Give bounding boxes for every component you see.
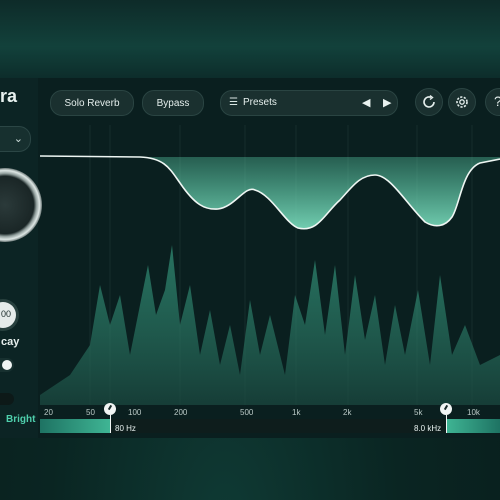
spectrum-analyzer <box>40 245 500 405</box>
low-cut-handle[interactable] <box>104 403 116 415</box>
question-icon: ? <box>494 93 500 109</box>
low-cut-marker <box>110 415 111 433</box>
freq-tick: 50 <box>86 408 95 417</box>
presets-bar[interactable]: ☰ Presets ◀ ▶ <box>220 90 398 116</box>
handle-notch <box>443 404 449 411</box>
decay-knob-value: 00 <box>1 309 12 319</box>
mode-dropdown[interactable]: ⌄ <box>0 126 31 152</box>
next-arrow-icon[interactable]: ▶ <box>383 96 391 109</box>
eq-spectrum-graph[interactable] <box>40 125 500 405</box>
decay-label: cay <box>1 336 20 348</box>
solo-reverb-button[interactable]: Solo Reverb <box>50 90 134 116</box>
low-cut-value: 80 Hz <box>115 424 136 433</box>
freq-tick: 5k <box>414 408 423 417</box>
toggle-switch-on[interactable] <box>0 358 14 372</box>
plugin-window: ra ⌄ 00 cay Bright Solo Reverb Bypass ☰ … <box>0 0 500 500</box>
freq-tick: 100 <box>128 408 142 417</box>
high-cut-marker <box>446 415 447 433</box>
eq-curve-area <box>140 157 500 229</box>
handle-notch <box>107 404 113 411</box>
presets-label: Presets <box>243 97 277 108</box>
chevron-down-icon: ⌄ <box>13 133 23 145</box>
freq-tick: 200 <box>174 408 188 417</box>
toggle-thumb <box>2 360 12 370</box>
header-texture <box>0 0 500 78</box>
logo-text: ra <box>0 86 18 106</box>
toggle-switch-off[interactable] <box>0 393 14 405</box>
refresh-icon <box>423 94 435 108</box>
gear-icon <box>456 96 468 108</box>
freq-tick: 1k <box>292 408 301 417</box>
prev-arrow-icon[interactable]: ◀ <box>362 96 370 109</box>
freq-tick: 500 <box>240 408 254 417</box>
high-cut-value: 8.0 kHz <box>414 424 442 433</box>
bypass-button[interactable]: Bypass <box>142 90 204 116</box>
high-cut-handle[interactable] <box>440 403 452 415</box>
list-icon: ☰ <box>229 97 238 108</box>
refresh-button[interactable] <box>415 88 443 116</box>
freq-tick: 20 <box>44 408 53 417</box>
freq-tick: 10k <box>467 408 480 417</box>
settings-button[interactable] <box>448 88 476 116</box>
freq-tick: 2k <box>343 408 352 417</box>
high-cut-region <box>446 419 500 433</box>
bright-label[interactable]: Bright <box>6 414 35 425</box>
low-cut-region <box>40 419 110 433</box>
